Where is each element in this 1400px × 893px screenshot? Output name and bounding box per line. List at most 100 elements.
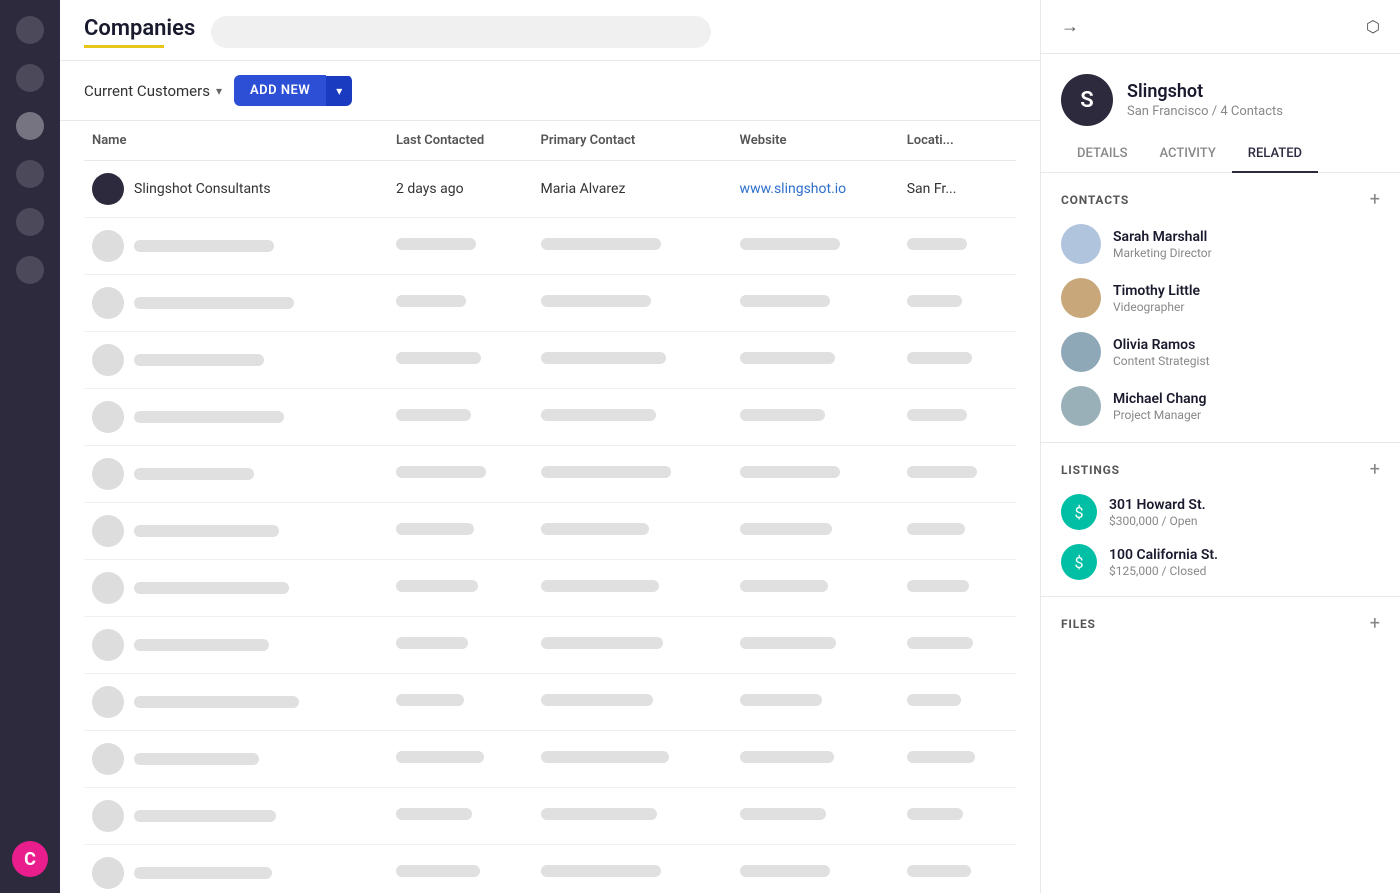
- skeleton-text: [134, 696, 299, 708]
- skeleton-text: [396, 751, 484, 763]
- contact-item-sarah[interactable]: Sarah Marshall Marketing Director: [1061, 224, 1380, 264]
- skeleton-avatar: [92, 743, 124, 775]
- skeleton-text: [541, 865, 661, 877]
- skeleton-avatar: [92, 515, 124, 547]
- skeleton-avatar: [92, 230, 124, 262]
- companies-table: Name Last Contacted Primary Contact Webs…: [84, 121, 1016, 893]
- skeleton-text: [740, 580, 828, 592]
- skeleton-text: [740, 352, 835, 364]
- filter-label: Current Customers: [84, 82, 210, 100]
- skeleton-text: [134, 297, 294, 309]
- skeleton-text: [907, 409, 967, 421]
- skeleton-text: [134, 468, 254, 480]
- tab-related[interactable]: RELATED: [1232, 136, 1318, 173]
- listings-section: LISTINGS + $ 301 Howard St. $300,000 / O…: [1041, 443, 1400, 597]
- contact-item-michael[interactable]: Michael Chang Project Manager: [1061, 386, 1380, 426]
- skeleton-text: [907, 865, 971, 877]
- skeleton-avatar: [92, 572, 124, 604]
- skeleton-text: [541, 466, 671, 478]
- listing-item-howard[interactable]: $ 301 Howard St. $300,000 / Open: [1061, 494, 1380, 530]
- col-header-website: Website: [732, 121, 899, 161]
- listings-section-title: LISTINGS: [1061, 463, 1120, 477]
- skeleton-text: [907, 808, 963, 820]
- location-cell: San Fr...: [899, 161, 1016, 218]
- contacts-section-title: CONTACTS: [1061, 193, 1129, 207]
- skeleton-text: [396, 295, 466, 307]
- listing-item-california[interactable]: $ 100 California St. $125,000 / Closed: [1061, 544, 1380, 580]
- chevron-down-icon: ▾: [216, 84, 222, 98]
- skeleton-text: [740, 751, 834, 763]
- contact-name-sarah: Sarah Marshall: [1113, 229, 1212, 245]
- title-underline: [84, 45, 164, 48]
- right-panel: → ⬡ S Slingshot San Francisco / 4 Contac…: [1040, 0, 1400, 893]
- skeleton-text: [907, 352, 972, 364]
- company-avatar: [92, 173, 124, 205]
- skeleton-text: [740, 865, 830, 877]
- panel-company-avatar: S: [1061, 74, 1113, 126]
- listing-details-howard: $300,000 / Open: [1109, 514, 1206, 528]
- contact-avatar-sarah: [1061, 224, 1101, 264]
- skeleton-text: [396, 523, 474, 535]
- skeleton-avatar: [92, 629, 124, 661]
- skeleton-text: [541, 808, 657, 820]
- add-new-dropdown-arrow[interactable]: ▾: [326, 76, 352, 106]
- skeleton-text: [907, 580, 969, 592]
- table-row: [84, 617, 1016, 674]
- search-input[interactable]: [211, 16, 711, 48]
- col-header-name: Name: [84, 121, 388, 161]
- sidebar-item-2[interactable]: [16, 64, 44, 92]
- tab-activity[interactable]: ACTIVITY: [1143, 136, 1231, 173]
- contact-name-timothy: Timothy Little: [1113, 283, 1200, 299]
- filter-dropdown[interactable]: Current Customers ▾: [84, 82, 222, 100]
- main-content: Companies Current Customers ▾ ADD NEW ▾ …: [60, 0, 1040, 893]
- sidebar: C: [0, 0, 60, 893]
- contacts-section: CONTACTS + Sarah Marshall Marketing Dire…: [1041, 173, 1400, 443]
- panel-company-info: S Slingshot San Francisco / 4 Contacts: [1041, 54, 1400, 136]
- sidebar-item-1[interactable]: [16, 16, 44, 44]
- add-new-button[interactable]: ADD NEW ▾: [234, 75, 352, 106]
- panel-company-sub: San Francisco / 4 Contacts: [1127, 104, 1283, 119]
- contacts-add-icon[interactable]: +: [1370, 189, 1380, 210]
- files-add-icon[interactable]: +: [1370, 613, 1380, 634]
- contact-name-olivia: Olivia Ramos: [1113, 337, 1210, 353]
- skeleton-text: [907, 295, 962, 307]
- listing-address-howard: 301 Howard St.: [1109, 497, 1206, 513]
- app-logo[interactable]: C: [12, 841, 48, 877]
- skeleton-text: [541, 523, 649, 535]
- table-row[interactable]: Slingshot Consultants 2 days ago Maria A…: [84, 161, 1016, 218]
- tab-details[interactable]: DETAILS: [1061, 136, 1143, 173]
- panel-tabs: DETAILS ACTIVITY RELATED: [1041, 136, 1400, 173]
- table-row: [84, 503, 1016, 560]
- add-new-label[interactable]: ADD NEW: [234, 75, 326, 106]
- sidebar-item-3[interactable]: [16, 112, 44, 140]
- table-row: [84, 560, 1016, 617]
- skeleton-text: [740, 466, 840, 478]
- page-title: Companies: [84, 16, 195, 41]
- listings-add-icon[interactable]: +: [1370, 459, 1380, 480]
- panel-back-icon[interactable]: →: [1061, 16, 1079, 37]
- contact-item-olivia[interactable]: Olivia Ramos Content Strategist: [1061, 332, 1380, 372]
- skeleton-text: [396, 238, 476, 250]
- primary-contact-cell: Maria Alvarez: [533, 161, 732, 218]
- table-row: [84, 845, 1016, 893]
- website-link[interactable]: www.slingshot.io: [740, 181, 847, 197]
- skeleton-text: [541, 694, 653, 706]
- skeleton-text: [396, 637, 468, 649]
- sidebar-item-4[interactable]: [16, 160, 44, 188]
- skeleton-avatar: [92, 344, 124, 376]
- skeleton-avatar: [92, 800, 124, 832]
- listing-address-california: 100 California St.: [1109, 547, 1218, 563]
- skeleton-text: [541, 637, 663, 649]
- contact-item-timothy[interactable]: Timothy Little Videographer: [1061, 278, 1380, 318]
- skeleton-text: [396, 808, 472, 820]
- skeleton-text: [907, 238, 967, 250]
- skeleton-text: [740, 694, 822, 706]
- table-row: [84, 389, 1016, 446]
- panel-external-link-icon[interactable]: ⬡: [1366, 17, 1380, 36]
- skeleton-text: [541, 352, 666, 364]
- sidebar-item-5[interactable]: [16, 208, 44, 236]
- sidebar-item-6[interactable]: [16, 256, 44, 284]
- skeleton-text: [396, 865, 480, 877]
- last-contacted-cell: 2 days ago: [388, 161, 533, 218]
- skeleton-text: [134, 639, 269, 651]
